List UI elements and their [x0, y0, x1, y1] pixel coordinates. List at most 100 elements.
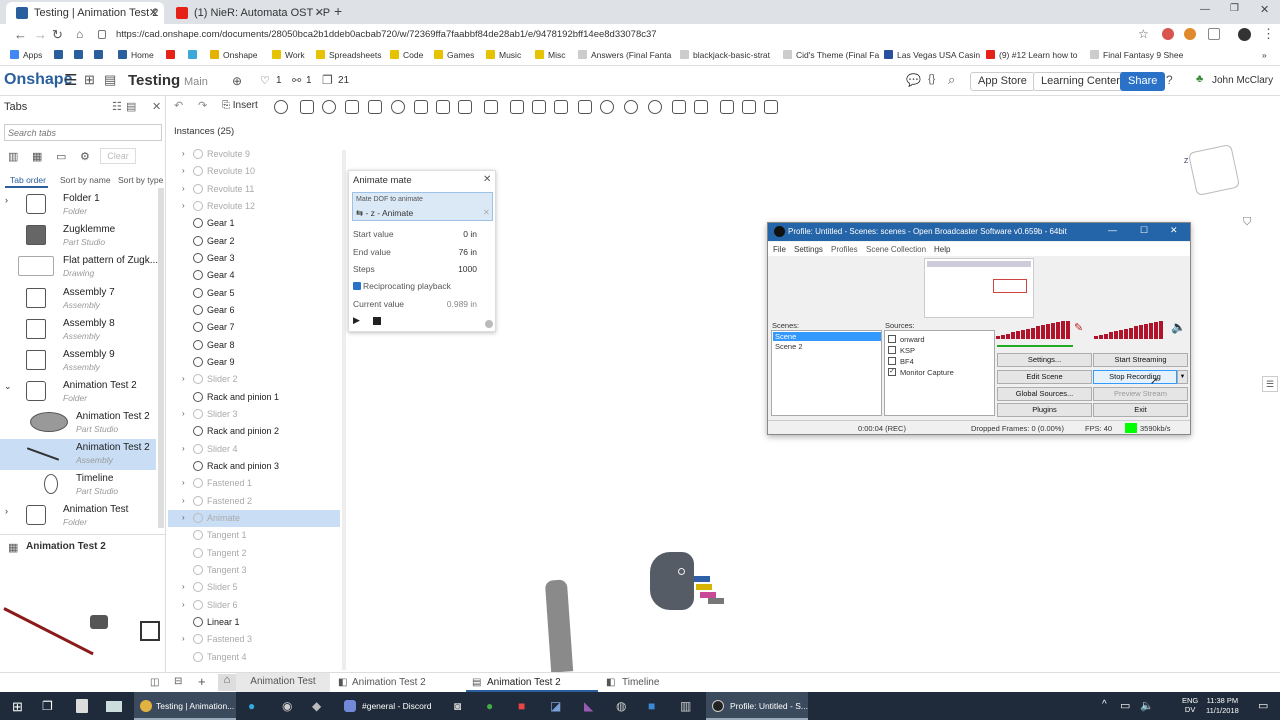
chevron-right-icon[interactable]: ›	[182, 166, 185, 175]
obs-menu-file[interactable]: File	[773, 245, 786, 254]
toolbar-tool-icon[interactable]	[672, 100, 686, 114]
bookmark-ff9[interactable]: Final Fantasy 9 Shee	[1090, 50, 1183, 60]
app-icon[interactable]: ◪	[550, 699, 561, 713]
obs-scene-item[interactable]: Scene	[773, 332, 881, 341]
instance-item[interactable]: › Animate	[168, 509, 340, 527]
instance-item[interactable]: › Fastened 1	[168, 475, 340, 492]
view-options-icon[interactable]: ⛉	[1243, 216, 1251, 229]
more-bookmarks-icon[interactable]: »	[1262, 50, 1267, 60]
obs-source-item[interactable]: BF4	[900, 357, 914, 366]
steps-row[interactable]: Steps 1000	[353, 264, 477, 278]
obs-source-checkbox-checked[interactable]: ✓	[888, 368, 896, 376]
instance-item[interactable]: Tangent 3	[168, 562, 340, 579]
toolbar-tool-icon[interactable]	[300, 100, 314, 114]
app-icon[interactable]: ◙	[454, 699, 461, 713]
taskbar-discord[interactable]: #general - Discord	[338, 692, 438, 720]
reciprocating-row[interactable]: Reciprocating playback	[353, 281, 493, 295]
app-store-button[interactable]: App Store	[970, 72, 1035, 91]
instance-item[interactable]: Gear 2	[168, 233, 340, 250]
chevron-right-icon[interactable]: ›	[182, 634, 185, 643]
bookmark-globe[interactable]	[188, 50, 201, 60]
instance-item[interactable]: Tangent 4	[168, 649, 340, 666]
app-icon[interactable]: ◉	[282, 699, 292, 713]
chevron-right-icon[interactable]: ›	[5, 195, 8, 205]
obs-scene-item[interactable]: Scene 2	[775, 342, 803, 351]
document-menu-icon[interactable]: ⊞	[84, 72, 95, 88]
browser-tab-active[interactable]: Testing | Animation Test 2 ✕	[6, 2, 164, 24]
url-field[interactable]: https://cad.onshape.com/documents/28050b…	[116, 29, 657, 40]
language-indicator[interactable]: ENG DV	[1182, 696, 1198, 714]
bookmark-code[interactable]: Code	[390, 50, 423, 60]
bookmark-games[interactable]: Games	[434, 50, 474, 60]
search-tabs-input[interactable]	[4, 124, 162, 141]
obs-source-checkbox[interactable]	[888, 346, 896, 354]
obs-close-icon[interactable]: ✕	[1170, 225, 1178, 236]
obs-menu-help[interactable]: Help	[934, 245, 950, 254]
instance-item[interactable]: › Revolute 9	[168, 146, 340, 163]
extension-icon[interactable]	[1184, 28, 1196, 40]
task-view-icon[interactable]: ❐	[42, 699, 53, 713]
user-menu[interactable]: John McClary	[1212, 75, 1273, 86]
back-icon[interactable]: ←	[14, 27, 27, 42]
chevron-right-icon[interactable]: ›	[182, 582, 185, 591]
dof-selector[interactable]: Mate DOF to animate ⇆ - z - Animate ✕	[352, 192, 493, 221]
chevron-right-icon[interactable]: ›	[5, 506, 8, 516]
bookmark-las-vegas[interactable]: Las Vegas USA Casin	[884, 50, 980, 60]
tab-list-icon[interactable]: ◫	[150, 677, 159, 688]
tab-item[interactable]: Flat pattern of Zugk... Drawing	[0, 252, 160, 283]
insert-button[interactable]: ⎘ Insert	[222, 100, 258, 111]
close-window-icon[interactable]: ✕	[1260, 3, 1269, 16]
filter-part-studio-icon[interactable]: ▥	[8, 150, 18, 163]
end-value-row[interactable]: End value 76 in	[353, 247, 477, 261]
obs-recording-dropdown-icon[interactable]: ▼	[1177, 370, 1188, 384]
toolbar-tool-icon[interactable]	[578, 100, 592, 114]
instance-item[interactable]: Gear 9	[168, 354, 340, 371]
instance-item[interactable]: › Slider 6	[168, 597, 340, 614]
stop-icon[interactable]	[373, 317, 381, 325]
model-shaft[interactable]	[544, 579, 574, 673]
toolbar-tool-icon[interactable]	[391, 100, 405, 114]
obs-settings-button[interactable]: Settings...	[997, 353, 1092, 367]
toolbar-tool-icon[interactable]	[624, 100, 638, 114]
bookmark-music[interactable]: Music	[486, 50, 521, 60]
chevron-right-icon[interactable]: ›	[182, 201, 185, 210]
comments-icon[interactable]: 💬	[906, 73, 921, 87]
feature-script-icon[interactable]: {}	[928, 73, 935, 85]
bookmark-onshape-logo[interactable]	[54, 50, 67, 60]
sort-tab-order[interactable]: Tab order	[10, 175, 46, 185]
maximize-icon[interactable]: ❐	[1230, 3, 1239, 14]
app-icon[interactable]: ●	[486, 699, 493, 713]
app-icon[interactable]: ■	[648, 699, 655, 713]
obs-edit-scene-button[interactable]: Edit Scene	[997, 370, 1092, 384]
instance-item[interactable]: Rack and pinion 2	[168, 423, 340, 440]
versions-icon[interactable]: ❐	[322, 73, 333, 87]
bookmark-answers[interactable]: Answers (Final Fanta	[578, 50, 671, 60]
instance-item[interactable]: › Slider 3	[168, 406, 340, 423]
toolbar-tool-icon[interactable]	[414, 100, 428, 114]
onshape-logo[interactable]: Onshape	[4, 71, 72, 89]
instance-item[interactable]: › Slider 4	[168, 441, 340, 458]
obs-global-sources-button[interactable]: Global Sources...	[997, 387, 1092, 401]
tab-item[interactable]: › Folder 1 Folder	[0, 190, 160, 221]
tab-timeline[interactable]: Timeline	[622, 677, 659, 688]
toolbar-tool-icon[interactable]	[368, 100, 382, 114]
toolbar-tool-icon[interactable]	[764, 100, 778, 114]
close-panel-icon[interactable]: ✕	[152, 100, 161, 113]
clear-filter-button[interactable]: Clear	[100, 148, 136, 164]
bookmark-learn[interactable]: (9) #12 Learn how to	[986, 50, 1077, 60]
undo-icon[interactable]: ↶	[174, 99, 183, 112]
toolbar-tool-icon[interactable]	[554, 100, 568, 114]
close-tab-icon[interactable]: ✕	[315, 6, 324, 19]
obs-menu-settings[interactable]: Settings	[794, 245, 823, 254]
chevron-right-icon[interactable]: ›	[182, 409, 185, 418]
instance-item[interactable]: Gear 6	[168, 302, 340, 319]
bookmark-blackjack[interactable]: blackjack-basic-strat	[680, 50, 770, 60]
view-cube-face[interactable]	[1187, 143, 1241, 197]
hamburger-menu-icon[interactable]: ☰	[64, 71, 77, 89]
instance-item[interactable]: › Slider 2	[168, 371, 340, 388]
chevron-right-icon[interactable]: ›	[182, 478, 185, 487]
model-head[interactable]	[650, 552, 694, 610]
extension-icon[interactable]	[1162, 28, 1174, 40]
chevron-right-icon[interactable]: ›	[182, 513, 185, 522]
instance-item[interactable]: Gear 5	[168, 285, 340, 302]
